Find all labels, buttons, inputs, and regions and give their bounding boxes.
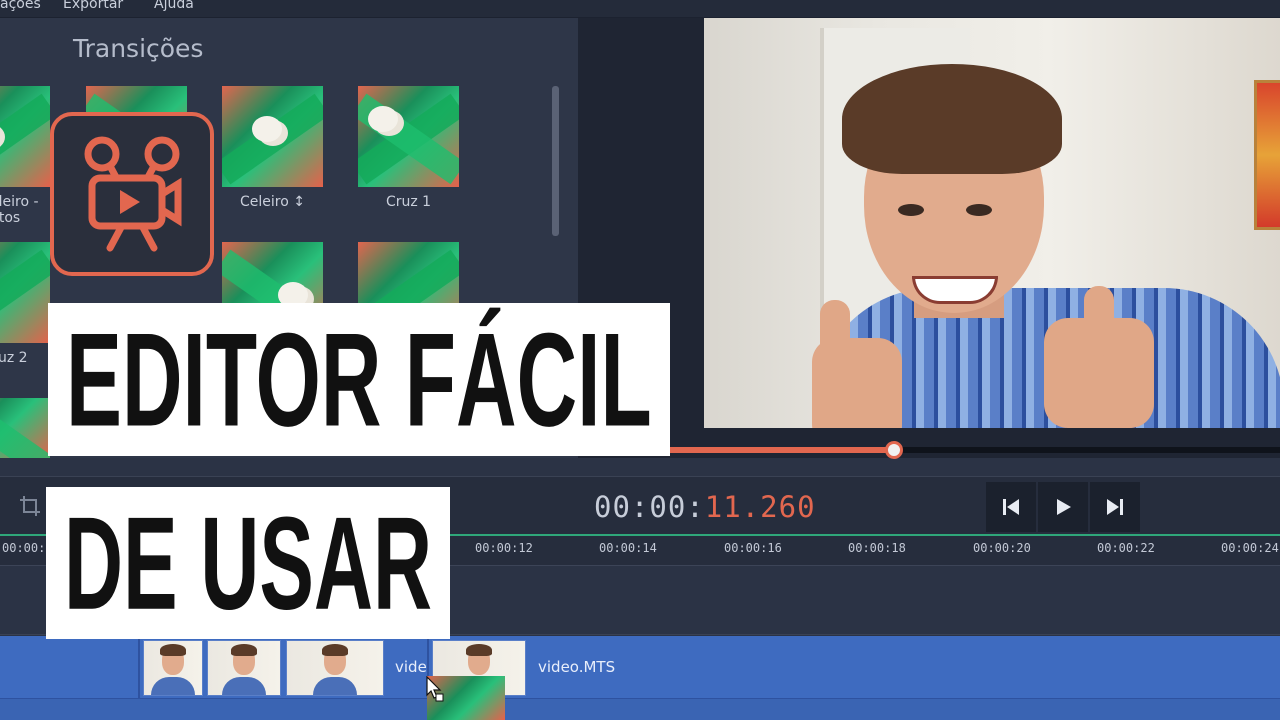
- ruler-tick: 00:00:14: [599, 541, 657, 555]
- transition-label: Celeiro ↕: [240, 194, 305, 210]
- crop-icon[interactable]: [18, 494, 42, 518]
- panel-scrollbar[interactable]: [552, 86, 559, 236]
- timecode-fraction: 11.260: [704, 490, 816, 524]
- caption-text-2: DE USAR: [64, 488, 433, 638]
- clip-thumbnail[interactable]: [286, 640, 384, 696]
- play-button[interactable]: [1038, 482, 1088, 532]
- video-preview[interactable]: [704, 18, 1280, 428]
- ruler-tick: 00:00:16: [724, 541, 782, 555]
- menu-item-settings[interactable]: ações: [0, 0, 41, 12]
- caption-line-1: EDITOR FÁCIL: [48, 303, 670, 456]
- previous-frame-button[interactable]: [986, 482, 1036, 532]
- ruler-tick: 00:00:22: [1097, 541, 1155, 555]
- timecode-display: 00:00:11.260: [594, 490, 816, 524]
- skip-back-icon: [1003, 499, 1019, 515]
- caption-text-1: EDITOR FÁCIL: [66, 304, 652, 455]
- transition-thumb-cruz-2[interactable]: [0, 242, 50, 343]
- menu-item-export[interactable]: Exportar: [63, 0, 123, 12]
- ruler-tick: 00:00:20: [973, 541, 1031, 555]
- play-icon: [1057, 499, 1071, 515]
- scrubber-handle[interactable]: [885, 441, 903, 459]
- timecode-main: 00:00:: [594, 490, 705, 524]
- menu-item-help[interactable]: Ajuda: [154, 0, 194, 12]
- transition-label: uz 2: [0, 350, 28, 366]
- audio-track[interactable]: [0, 698, 1280, 720]
- transition-thumb-cruz-1[interactable]: [358, 86, 459, 187]
- next-frame-button[interactable]: [1090, 482, 1140, 532]
- app-logo: [50, 112, 214, 276]
- mouse-cursor-icon: [426, 676, 444, 702]
- ruler-tick: 00:00:24: [1221, 541, 1279, 555]
- menu-bar: ações Exportar Ajuda: [0, 0, 1280, 18]
- caption-line-2: DE USAR: [46, 487, 450, 639]
- skip-forward-icon: [1107, 499, 1123, 515]
- transition-thumb[interactable]: [0, 86, 50, 187]
- transition-thumb[interactable]: [0, 398, 50, 458]
- clip-thumbnail[interactable]: [143, 640, 203, 696]
- transition-label: eleiro - ntos: [0, 194, 39, 226]
- ruler-tick: 00:00:12: [475, 541, 533, 555]
- transition-thumb-celeiro[interactable]: [222, 86, 323, 187]
- ruler-tick: 00:00:18: [848, 541, 906, 555]
- clip-thumbnail[interactable]: [207, 640, 281, 696]
- clip-label: video.MTS: [538, 658, 616, 676]
- clapper-scissors-logo-icon: [84, 136, 182, 252]
- transition-label: Cruz 1: [385, 194, 432, 210]
- clip-label: vide: [395, 658, 427, 676]
- panel-title: Transições: [73, 34, 204, 63]
